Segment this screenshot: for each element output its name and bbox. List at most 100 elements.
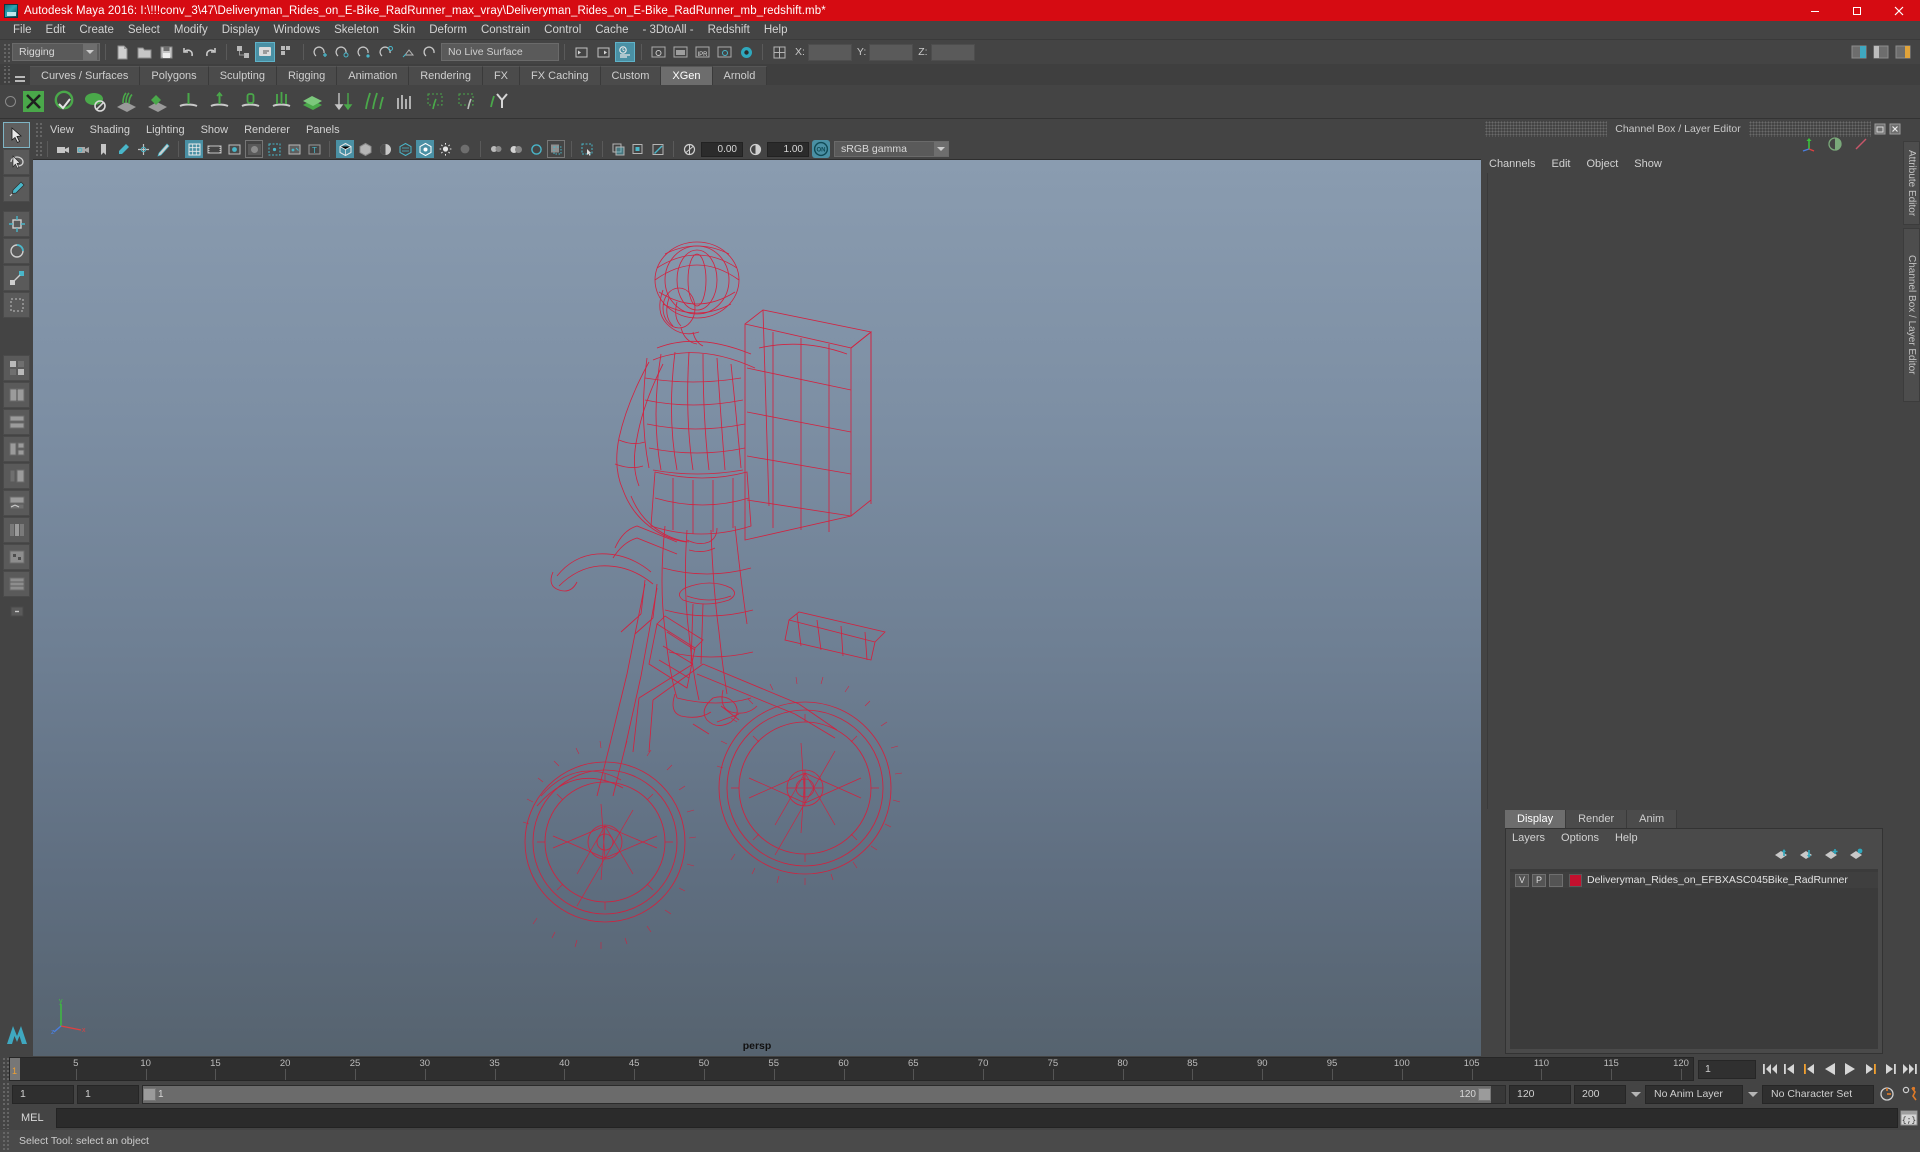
xgen-density-icon[interactable] [143, 87, 172, 116]
shelf-tab-curves-surfaces[interactable]: Curves / Surfaces [30, 66, 141, 85]
command-input-field[interactable] [55, 1108, 1898, 1128]
light-toggle-icon[interactable] [436, 140, 454, 158]
ipr-region-button[interactable] [648, 42, 668, 62]
render-settings-button[interactable] [615, 42, 635, 62]
create-empty-layer-icon[interactable] [1824, 848, 1839, 866]
shelf-tab-animation[interactable]: Animation [337, 66, 410, 85]
layer-menu-help[interactable]: Help [1615, 831, 1646, 845]
image-plane-icon[interactable] [114, 140, 132, 158]
menu-edit[interactable]: Edit [39, 22, 73, 38]
xgen-select-region-icon[interactable] [422, 87, 451, 116]
xray-active-components-icon[interactable] [649, 140, 667, 158]
hypershade-layout-button[interactable] [3, 517, 30, 543]
color-profile-selector[interactable]: sRGB gamma [834, 141, 949, 157]
menu-control[interactable]: Control [537, 22, 588, 38]
range-slider-gripper[interactable] [2, 1082, 9, 1106]
layer-color-swatch[interactable] [1569, 873, 1582, 887]
screen-space-ao-icon[interactable] [487, 140, 505, 158]
menuset-selector[interactable]: Rigging [12, 43, 100, 61]
smooth-shade-all-icon[interactable] [356, 140, 374, 158]
xgen-disable-icon[interactable] [81, 87, 110, 116]
layer-row[interactable]: V P Deliveryman_Rides_on_EFBXASC045Bike_… [1510, 872, 1878, 888]
playback-start-time-field[interactable]: 1 [77, 1084, 139, 1104]
xgen-groom-brush-icon[interactable] [112, 87, 141, 116]
play-backwards-button[interactable] [1820, 1058, 1840, 1080]
maximize-button[interactable] [1836, 0, 1878, 21]
animation-preferences-icon[interactable] [1900, 1083, 1920, 1105]
layer-name[interactable]: Deliveryman_Rides_on_EFBXASC045Bike_RadR… [1587, 874, 1848, 886]
xgen-preview-icon[interactable] [50, 87, 79, 116]
exposure-value-field[interactable]: 0.00 [701, 141, 743, 157]
panel-gripper[interactable] [35, 122, 42, 138]
panel-menu-view[interactable]: View [42, 123, 82, 137]
shelf-options-icon[interactable] [2, 87, 18, 117]
channelbox-menu-show[interactable]: Show [1634, 157, 1671, 171]
redo-button[interactable] [200, 42, 220, 62]
menu-display[interactable]: Display [215, 22, 267, 38]
layer-playback-toggle[interactable]: P [1532, 873, 1546, 887]
make-live-button[interactable] [420, 42, 440, 62]
viewport-toolbar-gripper[interactable] [35, 141, 42, 157]
snap-to-projected-center-button[interactable] [376, 42, 396, 62]
open-render-view-button[interactable] [571, 42, 591, 62]
anim-layer-selector[interactable]: No Anim Layer [1645, 1084, 1743, 1104]
lasso-tool-button[interactable] [3, 149, 30, 175]
exposure-control-icon[interactable] [680, 140, 698, 158]
xgen-add-guide-icon[interactable] [174, 87, 203, 116]
move-tool-button[interactable] [3, 211, 30, 237]
channelbox-menu-object[interactable]: Object [1586, 157, 1634, 171]
anim-end-time-field[interactable]: 200 [1574, 1084, 1626, 1104]
paint-effects-toggle-icon[interactable] [609, 140, 627, 158]
perspective-viewport[interactable]: y x z persp [33, 160, 1481, 1056]
move-layer-up-icon[interactable] [1774, 848, 1789, 866]
tab-render[interactable]: Render [1566, 810, 1628, 828]
wireframe-shading-icon[interactable] [336, 140, 354, 158]
outliner-persp-layout-button[interactable] [3, 463, 30, 489]
anim-layer-chevron-icon[interactable] [1629, 1085, 1642, 1104]
layer-menu-layers[interactable]: Layers [1512, 831, 1561, 845]
menu-create[interactable]: Create [72, 22, 121, 38]
ipr-render-button[interactable]: IPR [692, 42, 712, 62]
xgen-region-mask-icon[interactable] [453, 87, 482, 116]
depth-of-field-icon[interactable] [547, 140, 565, 158]
menu-windows[interactable]: Windows [266, 22, 327, 38]
scale-tool-button[interactable] [3, 265, 30, 291]
range-slider-fill[interactable]: 1 120 [143, 1085, 1491, 1103]
xgen-collection-icon[interactable] [298, 87, 327, 116]
two-d-pan-zoom-icon[interactable] [134, 140, 152, 158]
last-tool-used-button[interactable] [3, 292, 30, 318]
shelf-tab-custom[interactable]: Custom [600, 66, 662, 85]
snap-to-grid-button[interactable] [310, 42, 330, 62]
menu-3dtoall[interactable]: - 3DtoAll - [636, 22, 701, 38]
channel-box-body[interactable] [1487, 173, 1883, 809]
render-sequence-button[interactable] [593, 42, 613, 62]
layer-shading-toggle[interactable] [1549, 873, 1563, 887]
panel-menu-panels[interactable]: Panels [298, 123, 348, 137]
text-display-icon[interactable]: T [305, 140, 323, 158]
shading-sphere-icon[interactable] [1827, 136, 1843, 157]
menu-help[interactable]: Help [757, 22, 795, 38]
xgen-guide-tools-icon[interactable] [267, 87, 296, 116]
auto-key-icon[interactable] [1877, 1083, 1897, 1105]
xgen-primitive-icon[interactable] [391, 87, 420, 116]
vertical-tab-channel-box[interactable]: Channel Box / Layer Editor [1903, 228, 1920, 402]
xgen-export-icon[interactable] [329, 87, 358, 116]
gamma-value-field[interactable]: 1.00 [767, 141, 809, 157]
undo-button[interactable] [178, 42, 198, 62]
render-region-button[interactable] [670, 42, 690, 62]
toggle-attribute-editor-button[interactable] [1849, 42, 1869, 62]
move-manipulator-icon[interactable] [1801, 136, 1817, 157]
select-tool-button[interactable] [3, 122, 30, 148]
shelf-menu-icon[interactable] [12, 68, 28, 85]
rotate-tool-button[interactable] [3, 238, 30, 264]
toggle-channel-box-button[interactable] [1893, 42, 1913, 62]
go-to-start-button[interactable] [1760, 1058, 1780, 1080]
wireframe-model-deliveryman-on-e-bike[interactable] [497, 228, 1017, 988]
statusline-gripper[interactable] [2, 42, 10, 62]
motion-blur-icon[interactable] [507, 140, 525, 158]
current-frame-field[interactable]: 1 [1698, 1059, 1756, 1079]
film-gate-icon[interactable] [205, 140, 223, 158]
redshift-render-button[interactable] [714, 42, 734, 62]
open-scene-button[interactable] [134, 42, 154, 62]
curve-tangent-icon[interactable] [1853, 136, 1869, 157]
